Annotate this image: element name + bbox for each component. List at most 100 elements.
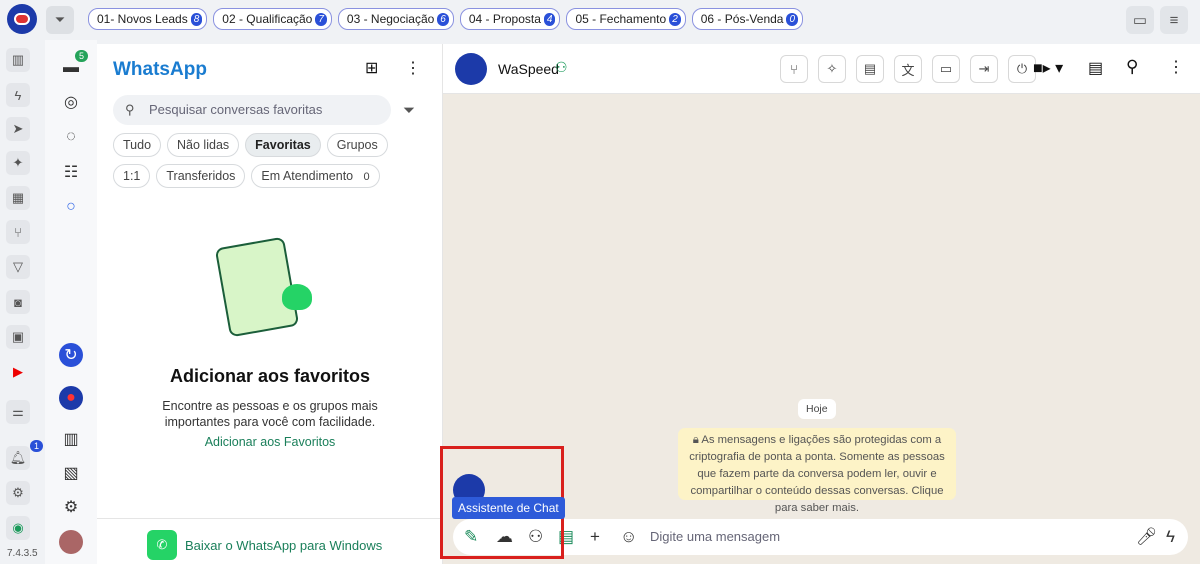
tag-count: 6: [437, 12, 449, 26]
support-icon[interactable]: ●: [59, 386, 83, 410]
chip-grupos[interactable]: Grupos: [326, 133, 388, 157]
tools-rail: ▥ ϟ ➤ ✦ ▦ ⑂ ▽ ◙ ▣ ▶ ⚌ 🔔︎ 1 ⚙ ◉ 7.4.3.5: [0, 40, 45, 564]
search-input[interactable]: ⚲ Pesquisar conversas favoritas: [113, 95, 391, 125]
send-icon[interactable]: ➤: [6, 117, 30, 141]
sparkle-icon[interactable]: ✦: [6, 151, 30, 175]
communities-icon[interactable]: ☷: [59, 160, 83, 184]
pin-icon[interactable]: ✧: [818, 55, 846, 83]
profile-avatar[interactable]: [59, 530, 83, 554]
contact-name[interactable]: WaSpeed: [498, 61, 559, 77]
power-icon[interactable]: ⏻: [1008, 55, 1036, 83]
settings-icon[interactable]: ⚙: [59, 495, 83, 519]
tag-count: 7: [315, 12, 327, 26]
tag-count: 8: [190, 12, 203, 26]
date-label: Hoje: [798, 399, 836, 419]
chip-em-atendimento[interactable]: Em Atendimento 0: [251, 164, 380, 188]
whatsapp-nav-rail: ▬ 5 ◎ ◌ ☷ ○ ↻ ● ▥ ▧ ⚙: [45, 40, 97, 564]
empty-title: Adicionar aos favoritos: [169, 366, 371, 386]
whatsapp-icon: ✆: [147, 530, 177, 560]
chat-list-panel: WhatsApp ⊞ ⋮ ⚲ Pesquisar conversas favori…: [97, 44, 443, 564]
menu-icon[interactable]: ≡: [1160, 6, 1188, 34]
channels-icon[interactable]: ◌: [59, 125, 83, 149]
new-chat-icon[interactable]: ⊞: [365, 58, 378, 78]
chip-nao-lidas[interactable]: Não lidas: [167, 133, 240, 157]
add-favorites-link[interactable]: Adicionar aos Favoritos: [97, 435, 443, 449]
tag-novos-leads[interactable]: 01- Novos Leads 8: [88, 8, 208, 30]
notice-text: As mensagens e ligações são protegidas c…: [689, 434, 945, 514]
empty-text: Encontre as pessoas e os grupos mais imp…: [162, 399, 378, 429]
folder-icon[interactable]: ▭: [932, 55, 960, 83]
calendar-icon[interactable]: ▦: [6, 186, 30, 210]
panel-title: WhatsApp: [113, 59, 207, 80]
tag-label: 04 - Proposta: [468, 12, 541, 26]
tag-proposta[interactable]: 04 - Proposta 4: [459, 8, 561, 30]
message-icon[interactable]: ▣: [6, 325, 30, 349]
exit-icon[interactable]: ⇥: [970, 55, 998, 83]
download-windows-link[interactable]: ✆ Baixar o WhatsApp para Windows: [147, 530, 382, 560]
tag-qualificacao[interactable]: 02 - Qualificação 7: [213, 8, 332, 30]
search-icon: ⚲: [125, 102, 135, 117]
account-icon[interactable]: ◉: [6, 516, 30, 540]
chat-header: WaSpeed ⚇ ⑂ ✧ ▤ 文 ▭ ⇥ ⏻ ■▸ ▾ ▤ ⚲ ⋮: [443, 44, 1200, 94]
youtube-icon[interactable]: ▶: [6, 360, 30, 384]
tag-count: 0: [786, 12, 799, 26]
chip-tudo[interactable]: Tudo: [113, 133, 162, 157]
plus-icon[interactable]: +: [590, 527, 600, 547]
app-logo[interactable]: [7, 4, 37, 34]
robot-icon[interactable]: ◙: [6, 290, 30, 314]
filter-list-icon[interactable]: ⏷: [403, 102, 415, 119]
notes-icon[interactable]: ▤: [856, 55, 884, 83]
more-options-icon[interactable]: ⋮: [405, 58, 421, 78]
search-placeholder: Pesquisar conversas favoritas: [149, 102, 323, 117]
kanban-icon[interactable]: ▥: [6, 48, 30, 72]
meta-ai-icon[interactable]: ○: [59, 195, 83, 219]
bell-icon[interactable]: 🔔︎: [6, 446, 30, 470]
tag-negociacao[interactable]: 03 - Negociação 6: [337, 8, 454, 30]
notification-badge: 1: [30, 440, 44, 452]
sliders-icon[interactable]: ⚌: [6, 400, 30, 424]
media-icon[interactable]: ▧: [59, 461, 83, 485]
tag-label: 02 - Qualificação: [222, 12, 313, 26]
chip-favoritas[interactable]: Favoritas: [245, 133, 321, 157]
chip-count: 0: [363, 171, 370, 183]
contact-status-icon: ⚇: [555, 59, 568, 75]
store-icon[interactable]: ▤: [1088, 58, 1103, 78]
assistant-tooltip: Assistente de Chat: [452, 497, 565, 519]
folder-add-icon[interactable]: ▭: [1126, 6, 1154, 34]
funnel-icon: ⏷: [54, 12, 66, 27]
refresh-chat-icon[interactable]: ↻: [59, 343, 83, 367]
tag-label: 03 - Negociação: [346, 12, 435, 26]
settings-user-icon[interactable]: ⚙: [6, 481, 30, 505]
quick-reply-icon[interactable]: ϟ: [1166, 527, 1175, 547]
more-options-icon[interactable]: ⋮: [1168, 57, 1184, 77]
contact-avatar[interactable]: [455, 53, 487, 85]
heart-illustration: [282, 284, 312, 310]
divider: [97, 518, 443, 519]
chats-badge: 5: [75, 50, 89, 62]
flow-icon[interactable]: ⑂: [6, 220, 30, 244]
status-icon[interactable]: ◎: [59, 90, 83, 114]
tag-label: 06 - Pós-Venda: [700, 12, 784, 26]
search-icon[interactable]: ⚲: [1126, 57, 1138, 77]
chip-transferidos[interactable]: Transferidos: [156, 164, 246, 188]
filter-icon[interactable]: ▽: [6, 255, 30, 279]
chip-label: Em Atendimento: [261, 169, 354, 183]
flow-icon[interactable]: ⑂: [780, 55, 808, 83]
tag-pos-venda[interactable]: 06 - Pós-Venda 0: [691, 8, 804, 30]
download-label: Baixar o WhatsApp para Windows: [185, 537, 383, 553]
columns-icon[interactable]: ▥: [59, 427, 83, 451]
chip-1-1[interactable]: 1:1: [113, 164, 151, 188]
sticker-icon[interactable]: ☺: [620, 527, 637, 547]
video-call-icon[interactable]: ■▸ ▾: [1033, 58, 1063, 78]
lightning-icon[interactable]: ϟ: [6, 83, 30, 107]
tag-count: 4: [543, 12, 556, 26]
tag-label: 01- Novos Leads: [97, 12, 188, 26]
encryption-notice[interactable]: 🔒︎ As mensagens e ligações são protegida…: [678, 428, 956, 514]
tag-fechamento[interactable]: 05 - Fechamento 2: [566, 8, 686, 30]
version-label: 7.4.3.5: [7, 548, 38, 559]
translate-icon[interactable]: 文: [894, 55, 922, 83]
tag-label: 05 - Fechamento: [575, 12, 667, 26]
microphone-icon[interactable]: 🎤︎: [1136, 527, 1158, 547]
filter-button[interactable]: ⏷: [46, 6, 74, 34]
message-input[interactable]: Digite uma mensagem: [650, 529, 780, 544]
